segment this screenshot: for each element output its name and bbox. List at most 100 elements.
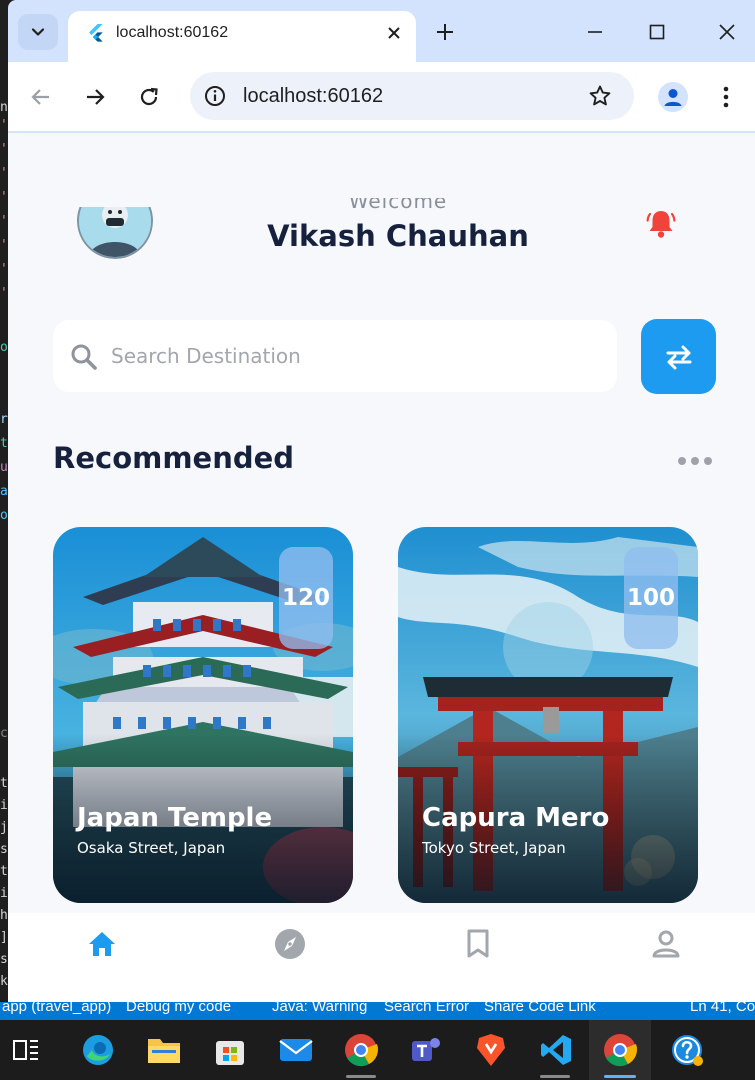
store-icon	[216, 1041, 244, 1065]
editor-char: h	[0, 908, 8, 923]
mail-button[interactable]	[276, 1030, 316, 1070]
site-info-icon[interactable]	[204, 85, 226, 107]
close-tab-button[interactable]	[382, 21, 406, 45]
browser-menu-button[interactable]	[714, 84, 738, 110]
editor-char: i	[0, 886, 8, 901]
dot-icon	[704, 457, 712, 465]
maximize-icon	[649, 24, 665, 40]
destination-card[interactable]: 100 Capura Mero Tokyo Street, Japan	[398, 527, 698, 903]
editor-char: u	[0, 460, 8, 475]
editor-char: ]	[0, 930, 8, 945]
notification-bell-icon[interactable]	[644, 207, 678, 241]
url-text[interactable]: localhost:60162	[243, 85, 383, 108]
brave-button[interactable]	[471, 1030, 511, 1070]
nav-home[interactable]	[85, 927, 119, 961]
chrome-icon	[345, 1034, 379, 1067]
destination-card[interactable]: 120 Japan Temple Osaka Street, Japan	[53, 527, 353, 903]
compass-icon	[275, 929, 305, 959]
maximize-button[interactable]	[645, 20, 669, 44]
search-input[interactable]	[111, 336, 591, 376]
avatar[interactable]	[77, 207, 153, 259]
taskbar	[0, 1020, 755, 1080]
close-window-button[interactable]	[715, 20, 739, 44]
teams-button[interactable]	[406, 1030, 446, 1070]
editor-char: t	[0, 776, 8, 791]
editor-char: i	[0, 798, 8, 813]
back-button[interactable]	[28, 84, 54, 110]
editor-char: k	[0, 974, 8, 989]
editor-char: t	[0, 436, 8, 451]
new-tab-button[interactable]	[433, 20, 457, 44]
avatar-image	[79, 207, 151, 257]
chevron-down-icon	[31, 28, 45, 36]
card-badge: 100	[624, 547, 678, 649]
card-title: Capura Mero	[422, 803, 610, 833]
more-options-button[interactable]	[678, 451, 712, 471]
status-item[interactable]: Search Error	[384, 1002, 469, 1015]
browser-toolbar: localhost:60162	[8, 62, 755, 132]
address-bar[interactable]: localhost:60162	[190, 72, 634, 120]
plus-icon	[437, 24, 453, 40]
bottom-navigation	[8, 913, 755, 1002]
editor-char: '	[0, 214, 8, 229]
edge-button[interactable]	[78, 1030, 118, 1070]
vscode-button[interactable]	[536, 1030, 576, 1070]
editor-char: '	[0, 262, 8, 277]
chrome-button[interactable]	[600, 1030, 640, 1070]
editor-char: '	[0, 286, 8, 301]
filter-button[interactable]	[641, 319, 716, 394]
section-title: Recommended	[53, 441, 295, 475]
search-box[interactable]	[53, 320, 617, 392]
browser-tab[interactable]: localhost:60162	[68, 11, 416, 62]
help-button[interactable]	[667, 1030, 707, 1070]
status-item[interactable]: Java: Warning	[272, 1002, 367, 1015]
card-subtitle: Tokyo Street, Japan	[422, 839, 566, 857]
task-view-button[interactable]	[6, 1030, 46, 1070]
editor-char: o	[0, 508, 8, 523]
tab-search-button[interactable]	[18, 14, 58, 50]
running-indicator	[346, 1075, 376, 1078]
flutter-logo-icon	[89, 24, 103, 42]
editor-char: s	[0, 952, 8, 967]
editor-char: '	[0, 142, 8, 157]
editor-char: '	[0, 238, 8, 253]
chrome-icon	[604, 1034, 638, 1067]
running-indicator	[540, 1075, 570, 1078]
tab-title: localhost:60162	[116, 24, 229, 41]
profile-icon	[652, 930, 680, 958]
status-item[interactable]: app (travel_app)	[2, 1002, 111, 1015]
close-icon	[388, 27, 400, 39]
task-view-icon	[13, 1040, 38, 1060]
forward-button[interactable]	[82, 84, 108, 110]
editor-status-bar: app (travel_app) Debug my code Java: War…	[0, 1002, 755, 1020]
editor-char: s	[0, 842, 8, 857]
reload-button[interactable]	[136, 84, 162, 110]
arrow-right-icon	[87, 89, 105, 105]
status-item[interactable]: Ln 41, Col	[690, 1002, 755, 1015]
person-icon	[664, 89, 682, 106]
close-icon	[719, 24, 735, 40]
minimize-button[interactable]	[583, 20, 607, 44]
status-item[interactable]: Share Code Link	[484, 1002, 596, 1015]
nav-profile[interactable]	[649, 927, 683, 961]
editor-char: '	[0, 190, 8, 205]
brave-icon	[477, 1034, 505, 1066]
editor-char: '	[0, 166, 8, 181]
nav-bookmarks[interactable]	[461, 927, 495, 961]
folder-icon	[148, 1039, 180, 1063]
overflow-app-button[interactable]	[740, 1030, 755, 1070]
bookmark-star-icon[interactable]	[588, 84, 612, 108]
app-viewport: Welcome Vikash Chauhan Recommended	[8, 133, 755, 1002]
store-button[interactable]	[210, 1030, 250, 1070]
nav-explore[interactable]	[273, 927, 307, 961]
active-indicator	[604, 1075, 636, 1078]
bookmark-icon	[467, 929, 489, 958]
editor-char: '	[0, 118, 8, 133]
chrome-profile-button[interactable]	[341, 1030, 381, 1070]
reload-icon	[140, 87, 158, 106]
profile-button[interactable]	[658, 82, 688, 112]
teams-icon	[412, 1038, 440, 1061]
mail-icon	[279, 1039, 313, 1061]
file-explorer-button[interactable]	[144, 1030, 184, 1070]
status-item[interactable]: Debug my code	[126, 1002, 231, 1015]
